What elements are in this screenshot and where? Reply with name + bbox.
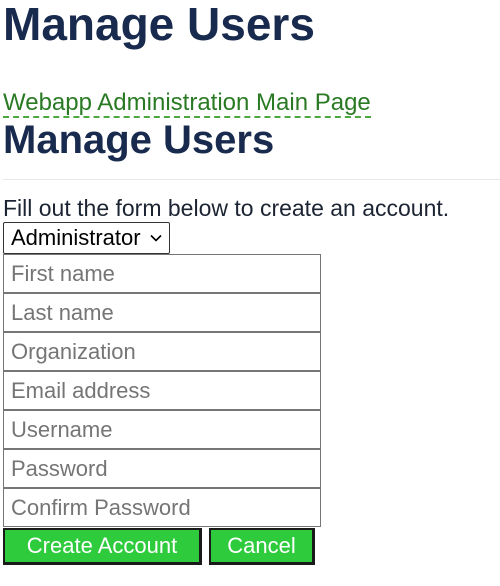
admin-main-page-link[interactable]: Webapp Administration Main Page xyxy=(3,90,371,118)
organization-input[interactable] xyxy=(3,332,321,371)
username-input[interactable] xyxy=(3,410,321,449)
form-intro-text: Fill out the form below to create an acc… xyxy=(3,195,450,221)
confirm-password-input[interactable] xyxy=(3,488,321,527)
chevron-down-icon xyxy=(150,234,162,242)
role-select-value: Administrator xyxy=(11,225,141,250)
divider xyxy=(3,179,500,180)
section-title: Manage Users xyxy=(3,118,275,162)
account-form-fields xyxy=(3,254,500,527)
last-name-input[interactable] xyxy=(3,293,321,332)
cancel-button[interactable]: Cancel xyxy=(209,528,315,565)
create-account-button[interactable]: Create Account xyxy=(3,528,202,565)
page-container: Manage Users Webapp Administration Main … xyxy=(0,0,500,565)
form-actions: Create Account Cancel xyxy=(3,528,500,565)
first-name-input[interactable] xyxy=(3,254,321,293)
email-input[interactable] xyxy=(3,371,321,410)
page-title: Manage Users xyxy=(3,0,315,50)
password-input[interactable] xyxy=(3,449,321,488)
role-select[interactable]: Administrator xyxy=(3,222,170,254)
